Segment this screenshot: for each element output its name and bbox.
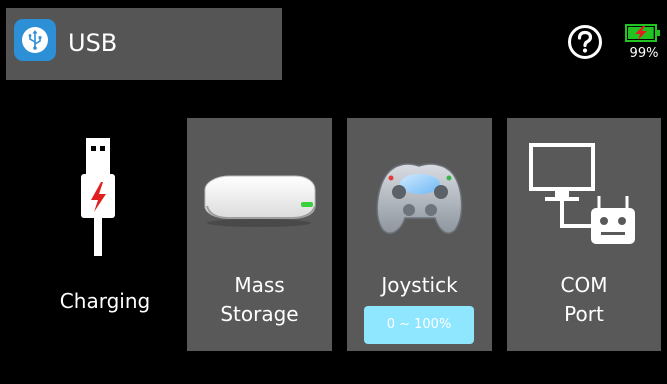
monitor-transmitter-icon xyxy=(529,143,635,244)
help-button[interactable] xyxy=(567,24,603,60)
joystick-label: Joystick xyxy=(381,273,458,297)
com-port-button[interactable]: COM Port xyxy=(507,118,661,351)
battery-charging-icon xyxy=(625,24,660,42)
external-drive-icon xyxy=(204,175,316,227)
usb-cable-charging-icon xyxy=(81,138,115,256)
usb-icon xyxy=(14,19,56,61)
page-title: USB xyxy=(68,29,118,57)
battery-percent: 99% xyxy=(629,46,659,61)
title-bar: USB xyxy=(6,8,282,80)
joystick-range-badge: 0 ~ 100% xyxy=(364,306,474,344)
charging-label: Charging xyxy=(59,289,151,313)
com-port-label-2: Port xyxy=(564,302,604,326)
mass-storage-button[interactable]: Mass Storage xyxy=(187,118,332,351)
mass-storage-label-1: Mass xyxy=(234,273,285,297)
com-port-label-1: COM xyxy=(560,273,608,297)
charging-indicator: Charging xyxy=(50,130,160,340)
joystick-button[interactable]: Joystick 0 ~ 100% xyxy=(347,118,492,351)
mass-storage-label-2: Storage xyxy=(220,302,299,326)
gamepad-icon xyxy=(376,163,463,234)
battery-indicator: 99% xyxy=(624,22,662,62)
help-circle-icon xyxy=(568,25,602,59)
